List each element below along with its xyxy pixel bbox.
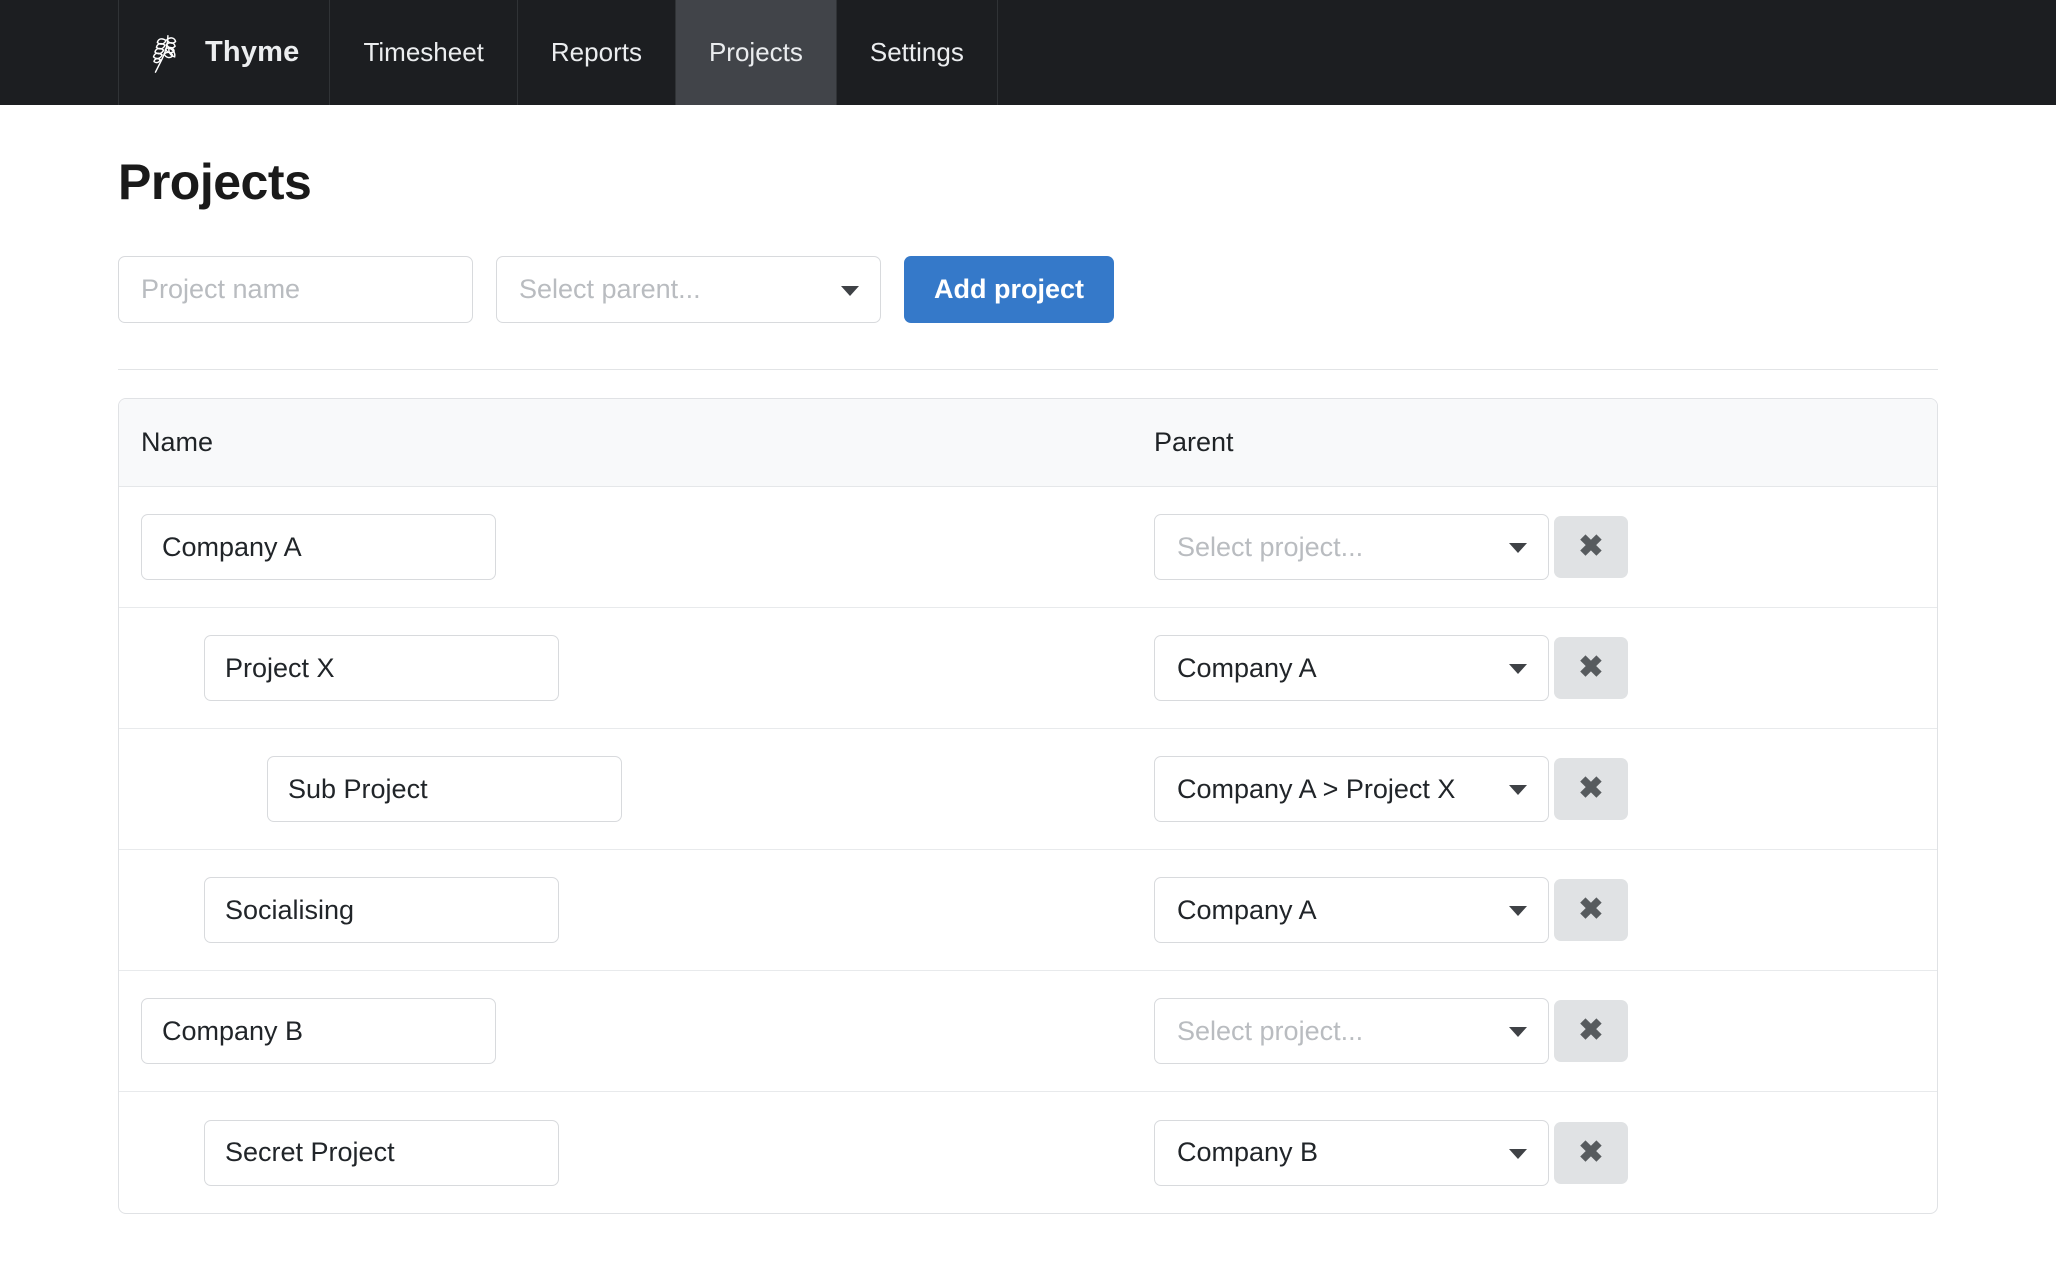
table-row: Company A ✖ — [119, 608, 1937, 729]
row-action-cell: ✖ — [1554, 1122, 1937, 1184]
table-row: Company A ✖ — [119, 850, 1937, 971]
row-parent-cell: Company A > Project X — [1154, 756, 1554, 822]
delete-project-button[interactable]: ✖ — [1554, 516, 1628, 578]
row-parent-cell: Company A — [1154, 635, 1554, 701]
project-name-field[interactable] — [141, 514, 496, 580]
add-project-button[interactable]: Add project — [904, 256, 1114, 323]
row-parent-select[interactable]: Company B — [1154, 1120, 1549, 1186]
nav-item-reports[interactable]: Reports — [518, 0, 676, 105]
row-parent-select[interactable]: Select project... — [1154, 514, 1549, 580]
delete-project-button[interactable]: ✖ — [1554, 1000, 1628, 1062]
row-parent-select[interactable]: Company A > Project X — [1154, 756, 1549, 822]
row-parent-select[interactable]: Select project... — [1154, 998, 1549, 1064]
row-parent-select-value: Company A — [1154, 635, 1549, 701]
row-parent-select[interactable]: Company A — [1154, 635, 1549, 701]
add-project-form: Select parent... Add project — [118, 256, 1938, 323]
table-row: Company B ✖ — [119, 1092, 1937, 1213]
main-navbar: Thyme Timesheet Reports Projects Setting… — [0, 0, 2056, 105]
row-parent-cell: Select project... — [1154, 998, 1554, 1064]
row-action-cell: ✖ — [1554, 758, 1937, 820]
row-action-cell: ✖ — [1554, 637, 1937, 699]
row-parent-select-value: Select project... — [1154, 998, 1549, 1064]
row-parent-cell: Company B — [1154, 1120, 1554, 1186]
delete-project-button[interactable]: ✖ — [1554, 1122, 1628, 1184]
project-name-input[interactable] — [118, 256, 473, 323]
table-row: Select project... ✖ — [119, 487, 1937, 608]
column-header-parent: Parent — [1154, 427, 1554, 458]
row-parent-select-value: Company A > Project X — [1154, 756, 1549, 822]
project-name-field[interactable] — [204, 1120, 559, 1186]
row-parent-select-value: Company B — [1154, 1120, 1549, 1186]
row-parent-select-value: Select project... — [1154, 514, 1549, 580]
row-parent-cell: Company A — [1154, 877, 1554, 943]
section-divider — [118, 369, 1938, 370]
nav-item-timesheet[interactable]: Timesheet — [330, 0, 517, 105]
table-header-row: Name Parent — [119, 399, 1937, 487]
project-name-field[interactable] — [141, 998, 496, 1064]
row-name-cell — [119, 756, 1154, 822]
nav-item-projects[interactable]: Projects — [676, 0, 837, 105]
project-name-field[interactable] — [267, 756, 622, 822]
delete-project-button[interactable]: ✖ — [1554, 637, 1628, 699]
parent-select-value: Select parent... — [496, 256, 881, 323]
projects-table: Name Parent Select project... ✖ — [118, 398, 1938, 1214]
row-action-cell: ✖ — [1554, 1000, 1937, 1062]
row-name-cell — [119, 514, 1154, 580]
project-name-field[interactable] — [204, 635, 559, 701]
thyme-sprig-icon — [143, 30, 189, 76]
row-name-cell — [119, 998, 1154, 1064]
row-name-cell — [119, 877, 1154, 943]
brand-label: Thyme — [205, 36, 299, 69]
column-header-name: Name — [119, 427, 1154, 458]
page-content: Projects Select parent... Add project Na… — [0, 153, 2056, 1214]
row-name-cell — [119, 635, 1154, 701]
page-title: Projects — [118, 153, 1938, 211]
row-parent-select[interactable]: Company A — [1154, 877, 1549, 943]
table-row: Company A > Project X ✖ — [119, 729, 1937, 850]
nav-item-settings[interactable]: Settings — [837, 0, 998, 105]
row-parent-cell: Select project... — [1154, 514, 1554, 580]
row-parent-select-value: Company A — [1154, 877, 1549, 943]
project-name-field[interactable] — [204, 877, 559, 943]
delete-project-button[interactable]: ✖ — [1554, 758, 1628, 820]
row-name-cell — [119, 1120, 1154, 1186]
table-row: Select project... ✖ — [119, 971, 1937, 1092]
parent-select[interactable]: Select parent... — [496, 256, 881, 323]
row-action-cell: ✖ — [1554, 879, 1937, 941]
brand-home-link[interactable]: Thyme — [118, 0, 330, 105]
row-action-cell: ✖ — [1554, 516, 1937, 578]
delete-project-button[interactable]: ✖ — [1554, 879, 1628, 941]
